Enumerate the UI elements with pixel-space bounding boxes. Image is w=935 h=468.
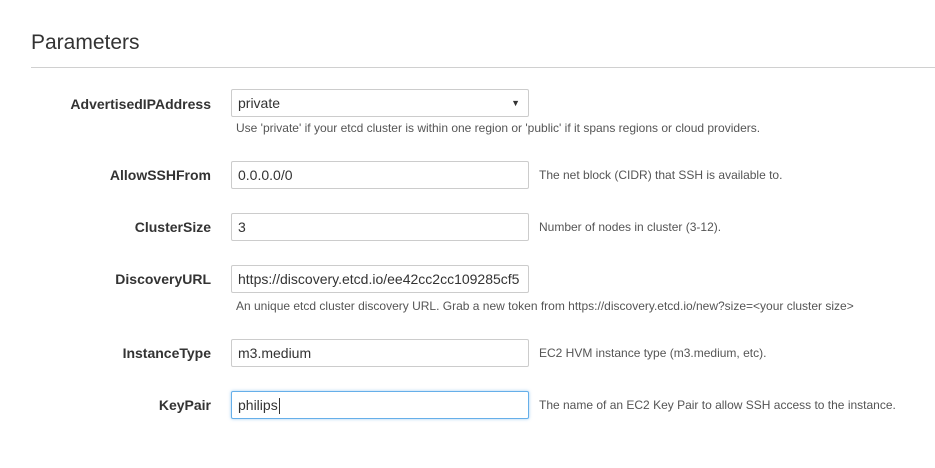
advertised-ip-address-value: private (238, 95, 281, 111)
allow-ssh-from-input[interactable]: 0.0.0.0/0 (231, 161, 529, 189)
cluster-size-help: Number of nodes in cluster (3-12). (539, 220, 722, 234)
param-label-key-pair: KeyPair (158, 397, 211, 413)
param-label-discovery-url: DiscoveryURL (115, 271, 211, 287)
key-pair-value: philips (238, 397, 278, 413)
key-pair-input[interactable]: philips (231, 391, 529, 419)
chevron-down-icon: ▼ (511, 98, 520, 108)
section-divider (31, 67, 935, 68)
param-label-instance-type: InstanceType (122, 345, 211, 361)
param-label-advertised-ip-address: AdvertisedIPAddress (70, 96, 211, 112)
param-label-cluster-size: ClusterSize (134, 219, 211, 235)
instance-type-help: EC2 HVM instance type (m3.medium, etc). (539, 346, 767, 360)
param-label-allow-ssh-from: AllowSSHFrom (109, 167, 211, 183)
allow-ssh-from-help: The net block (CIDR) that SSH is availab… (539, 168, 783, 182)
cluster-size-input[interactable]: 3 (231, 213, 529, 241)
text-cursor (278, 398, 280, 415)
section-title: Parameters (31, 31, 140, 54)
instance-type-input[interactable]: m3.medium (231, 339, 529, 367)
discovery-url-input[interactable]: https://discovery.etcd.io/ee42cc2cc10928… (231, 265, 529, 293)
key-pair-help: The name of an EC2 Key Pair to allow SSH… (539, 398, 896, 412)
advertised-ip-address-help: Use 'private' if your etcd cluster is wi… (236, 121, 761, 135)
discovery-url-help: An unique etcd cluster discovery URL. Gr… (236, 299, 854, 313)
advertised-ip-address-select[interactable]: private ▼ (231, 89, 529, 117)
